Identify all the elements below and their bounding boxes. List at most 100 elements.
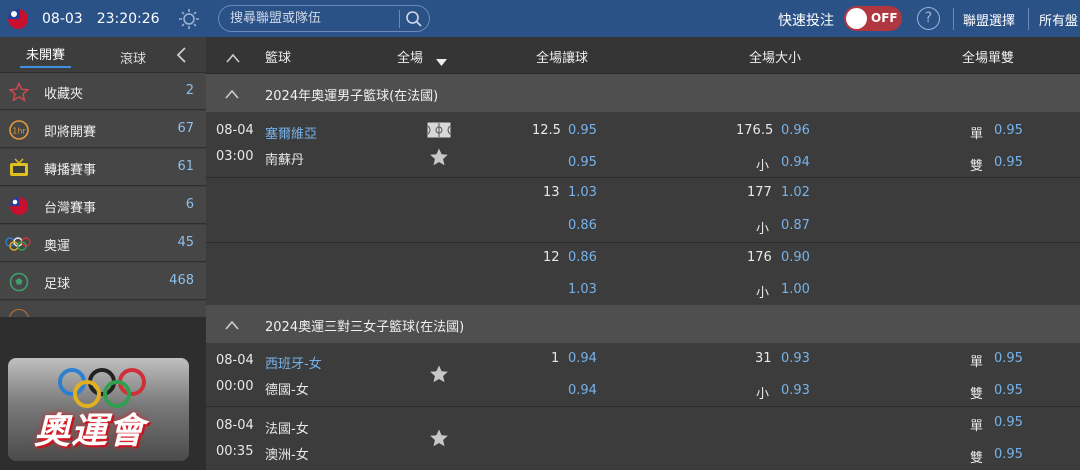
league-header[interactable]: 2024奧運三對三女子籃球(在法國): [206, 305, 1080, 343]
league-header[interactable]: 2024年奧運男子籃球(在法國): [206, 74, 1080, 112]
over-odds[interactable]: 0.96: [781, 123, 810, 138]
search-icon[interactable]: [403, 8, 425, 30]
sidebar-item-count: 468: [169, 273, 194, 288]
handicap-home-odds[interactable]: 0.95: [568, 123, 597, 138]
help-icon[interactable]: ?: [917, 7, 940, 30]
match-date: 08-04: [216, 418, 254, 433]
match-row: 08-04 03:00 塞爾維亞 南蘇丹 12.5 0.95 0.95 176.…: [206, 112, 1080, 177]
sidebar-item-starting-soon[interactable]: 1hr 即將開賽 67: [0, 111, 206, 148]
over-odds[interactable]: 0.90: [781, 250, 810, 265]
handicap-header: 全場讓球: [536, 51, 589, 66]
star-icon: [8, 81, 30, 103]
match-stats-icon[interactable]: [427, 122, 451, 138]
under-odds[interactable]: 0.94: [781, 155, 810, 170]
collapse-league-icon[interactable]: [224, 316, 240, 330]
search-input[interactable]: [219, 11, 389, 26]
odd-odds[interactable]: 0.95: [994, 415, 1023, 430]
odd-label: 單: [970, 419, 984, 434]
over-under-header: 全場大小: [749, 51, 802, 66]
league-select-button[interactable]: 聯盟選擇: [963, 10, 1015, 29]
sport-header: 籃球: [265, 51, 292, 66]
odd-label: 單: [970, 355, 984, 370]
odd-odds[interactable]: 0.95: [994, 123, 1023, 138]
sidebar-item-label: 即將開賽: [44, 125, 97, 140]
clock-1hr-icon: 1hr: [8, 119, 30, 141]
handicap-line: 12.5: [532, 123, 561, 138]
alt-line-row: 12 0.86 1.03 176 0.90 小 1.00: [206, 243, 1080, 305]
under-label: 小: [756, 222, 770, 237]
olympics-banner[interactable]: 奧運會: [8, 358, 189, 461]
home-team-link[interactable]: 西班牙-女: [265, 353, 322, 372]
top-bar: 08-03 23:20:26 快速投注 OFF ? 聯盟選擇 所有盤: [0, 0, 1080, 37]
all-markets-button[interactable]: 所有盤: [1039, 10, 1078, 29]
match-row: 08-04 00:00 西班牙-女 德國-女 1 0.94 0.94 31 0.…: [206, 343, 1080, 406]
over-odds[interactable]: 1.02: [781, 185, 810, 200]
chevron-down-icon[interactable]: [436, 52, 447, 71]
taiwan-flag-icon: [8, 195, 30, 217]
sidebar-item-olympics[interactable]: 奧運 45: [0, 225, 206, 262]
brightness-icon[interactable]: [178, 8, 200, 30]
toggle-knob: [846, 8, 867, 29]
favorite-star-icon[interactable]: [429, 147, 449, 167]
away-team: 澳洲-女: [265, 448, 309, 463]
even-odds[interactable]: 0.95: [994, 447, 1023, 462]
even-odds[interactable]: 0.95: [994, 155, 1023, 170]
sidebar-item-label: 收藏夾: [44, 87, 84, 102]
total-line: 31: [755, 351, 772, 366]
under-label: 小: [756, 387, 770, 402]
sidebar-item-label: 轉播賽事: [44, 163, 97, 178]
league-name: 2024年奧運男子籃球(在法國): [265, 89, 439, 104]
collapse-league-icon[interactable]: [224, 85, 240, 99]
sidebar-item-label: 奧運: [44, 239, 71, 254]
active-tab-indicator: [20, 66, 71, 68]
handicap-away-odds[interactable]: 0.95: [568, 155, 597, 170]
match-time: 00:35: [216, 444, 254, 459]
even-odds[interactable]: 0.95: [994, 383, 1023, 398]
sidebar-item-count: 45: [177, 235, 194, 250]
sidebar-item-taiwan[interactable]: 台灣賽事 6: [0, 187, 206, 224]
tv-icon: [8, 157, 30, 179]
odd-odds[interactable]: 0.95: [994, 351, 1023, 366]
sidebar-item-partial[interactable]: [0, 301, 206, 317]
sidebar-item-soccer[interactable]: 足球 468: [0, 263, 206, 300]
handicap-line: 1: [551, 351, 560, 366]
handicap-home-odds[interactable]: 1.03: [568, 185, 597, 200]
match-date: 08-04: [216, 123, 254, 138]
match-row: 08-04 00:35 法國-女 澳洲-女 單 0.95 雙 0.95: [206, 407, 1080, 470]
column-header: 籃球 全場 全場讓球 全場大小 全場單雙: [206, 37, 1080, 74]
home-team-link[interactable]: 塞爾維亞: [265, 123, 317, 142]
under-label: 小: [756, 159, 770, 174]
quick-bet-toggle[interactable]: OFF: [844, 6, 902, 31]
under-odds[interactable]: 1.00: [781, 282, 810, 297]
tab-live[interactable]: 滾球: [120, 48, 146, 67]
even-label: 雙: [970, 451, 984, 466]
tab-upcoming[interactable]: 未開賽: [26, 44, 65, 63]
under-odds[interactable]: 0.87: [781, 218, 810, 233]
odds-table: 籃球 全場 全場讓球 全場大小 全場單雙 2024年奧運男子籃球(在法國) 08…: [206, 37, 1080, 470]
favorite-star-icon[interactable]: [429, 428, 449, 448]
period-select[interactable]: 全場: [397, 47, 423, 66]
home-team: 法國-女: [265, 422, 309, 437]
divider: [953, 8, 954, 30]
divider: [1028, 8, 1029, 30]
handicap-home-odds[interactable]: 0.86: [568, 250, 597, 265]
sidebar-item-label: 足球: [44, 277, 71, 292]
sidebar: 未開賽 滾球 收藏夾 2 1hr 即將開賽 67 轉播賽事 61 台灣賽事 6: [0, 37, 206, 470]
handicap-away-odds[interactable]: 0.94: [568, 383, 597, 398]
odd-label: 單: [970, 127, 984, 142]
collapse-all-icon[interactable]: [225, 49, 241, 68]
handicap-away-odds[interactable]: 1.03: [568, 282, 597, 297]
away-team: 南蘇丹: [265, 153, 305, 168]
under-odds[interactable]: 0.93: [781, 383, 810, 398]
banner-title: 奧運會: [34, 410, 146, 452]
handicap-home-odds[interactable]: 0.94: [568, 351, 597, 366]
favorite-star-icon[interactable]: [429, 364, 449, 384]
handicap-away-odds[interactable]: 0.86: [568, 218, 597, 233]
collapse-sidebar-icon[interactable]: [174, 46, 190, 64]
over-odds[interactable]: 0.93: [781, 351, 810, 366]
odd-even-header: 全場單雙: [962, 51, 1015, 66]
sidebar-item-broadcast[interactable]: 轉播賽事 61: [0, 149, 206, 186]
sidebar-item-favorites[interactable]: 收藏夾 2: [0, 73, 206, 110]
basketball-icon: [9, 309, 29, 317]
total-line: 177: [747, 185, 772, 200]
